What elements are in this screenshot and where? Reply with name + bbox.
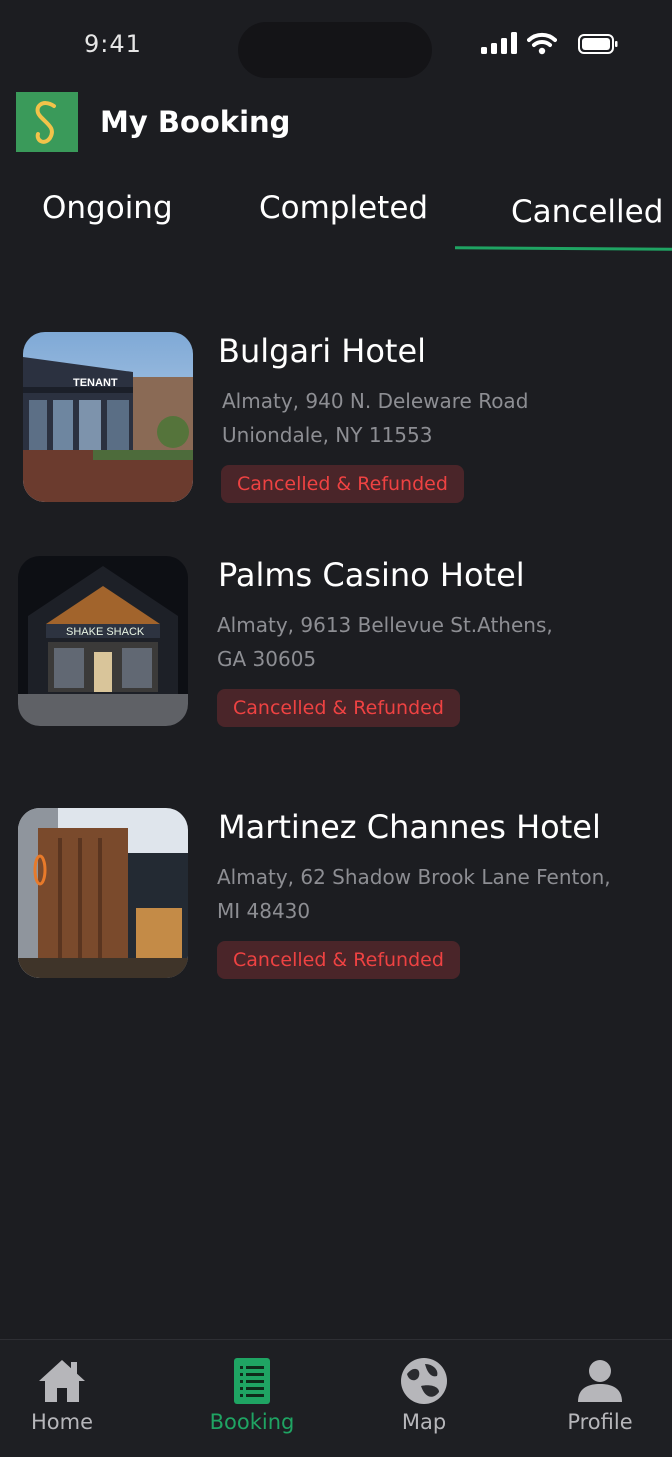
nav-profile[interactable]: Profile [535,1340,665,1457]
tab-ongoing[interactable]: Ongoing [42,190,173,226]
wifi-icon [527,32,557,55]
status-bar: 9:41 [0,0,672,90]
nav-label: Map [401,1410,447,1434]
globe-icon [401,1358,447,1404]
system-icons [481,32,621,58]
hotel-name: Palms Casino Hotel [218,556,525,594]
hotel-address-line2: MI 48430 [217,899,311,923]
booking-card[interactable]: SHAKE SHACK Palms Casino Hotel Almaty, 9… [0,556,672,736]
home-icon [39,1360,85,1402]
nav-label: Profile [567,1410,633,1434]
nav-label: Booking [209,1410,295,1434]
bottom-nav: Home Booking Map Profile [0,1339,672,1457]
active-tab-indicator [454,246,672,251]
battery-icon [578,34,618,54]
hotel-image: SHAKE SHACK [18,556,188,726]
nav-label: Home [30,1410,93,1434]
hotel-image: TENANT [23,332,193,502]
user-icon [578,1360,622,1402]
status-badge: Cancelled & Refunded [217,941,460,979]
hotel-address-line2: Uniondale, NY 11553 [222,423,433,447]
sign-text: SHAKE SHACK [66,626,145,638]
hotel-address-line1: Almaty, 940 N. Deleware Road [222,389,529,413]
signal-icon [481,32,517,54]
logo-s-icon [35,101,56,144]
sign-text: TENANT [73,377,118,389]
nav-booking[interactable]: Booking [187,1340,317,1457]
page-title: My Booking [100,105,291,139]
hotel-image [18,808,188,978]
nav-map[interactable]: Map [359,1340,489,1457]
tab-completed[interactable]: Completed [259,190,428,226]
status-time: 9:41 [84,30,142,58]
status-badge: Cancelled & Refunded [217,689,460,727]
tab-cancelled[interactable]: Cancelled [511,194,663,230]
booking-tabs: Ongoing Completed Cancelled [0,180,672,260]
status-badge: Cancelled & Refunded [221,465,464,503]
hotel-address-line2: GA 30605 [217,647,317,671]
booking-icon [234,1358,270,1404]
hotel-name: Bulgari Hotel [218,332,427,370]
hotel-address-line1: Almaty, 9613 Bellevue St.Athens, [217,613,553,637]
nav-home[interactable]: Home [0,1340,127,1457]
dynamic-island [238,22,432,78]
app-logo [16,92,78,152]
hotel-name: Martinez Channes Hotel [218,808,601,846]
booking-card[interactable]: Martinez Channes Hotel Almaty, 62 Shadow… [0,808,672,988]
booking-card[interactable]: TENANT Bulgari Hotel Almaty, 940 N. Dele… [0,332,672,512]
hotel-address-line1: Almaty, 62 Shadow Brook Lane Fenton, [217,865,611,889]
